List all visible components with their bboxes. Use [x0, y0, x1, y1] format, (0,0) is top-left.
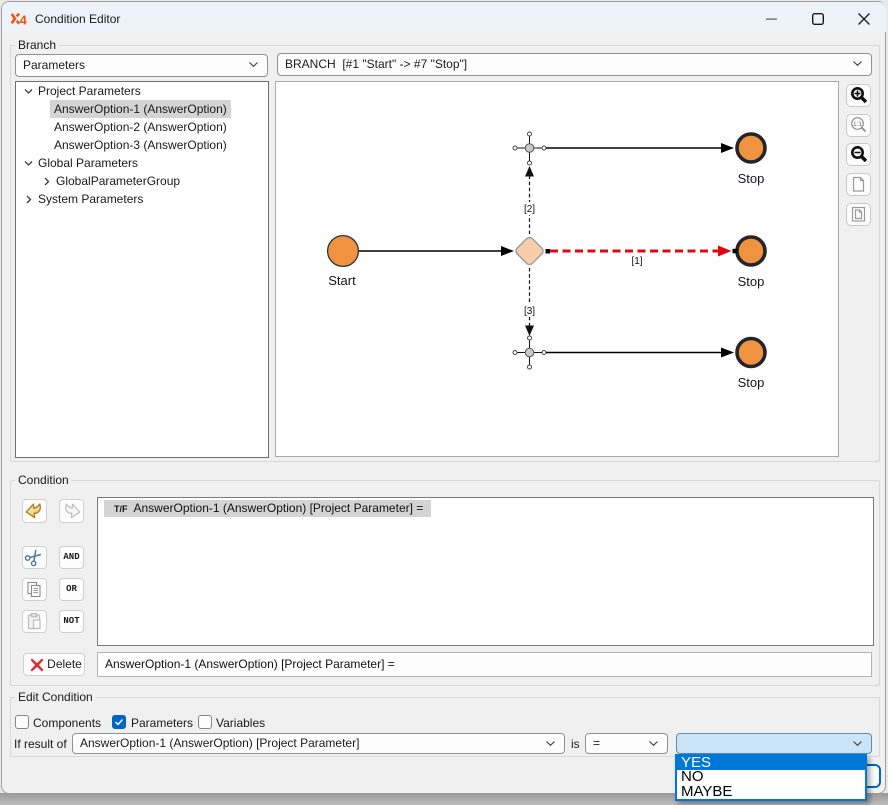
svg-text:Start: Start — [328, 273, 356, 288]
svg-text:Stop: Stop — [738, 375, 765, 390]
svg-text:Stop: Stop — [738, 171, 765, 186]
svg-text:1:1: 1:1 — [853, 121, 862, 128]
svg-text:[1]: [1] — [631, 256, 642, 267]
svg-text:Stop: Stop — [738, 274, 765, 289]
svg-text:[3]: [3] — [524, 306, 535, 317]
svg-text:4: 4 — [20, 13, 28, 25]
svg-text:[2]: [2] — [524, 204, 535, 215]
